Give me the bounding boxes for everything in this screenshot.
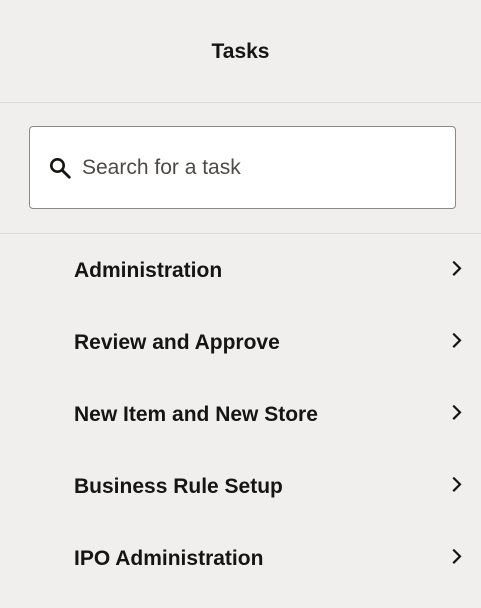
- task-item-label: Review and Approve: [74, 330, 280, 354]
- task-item-label: IPO Administration: [74, 546, 264, 570]
- chevron-right-icon: [452, 260, 462, 276]
- chevron-right-icon: [452, 476, 462, 492]
- task-item-review-and-approve[interactable]: Review and Approve: [0, 306, 481, 378]
- task-search-input[interactable]: [82, 146, 455, 189]
- chevron-right-icon: [452, 404, 462, 420]
- tasks-panel: Tasks Administration Review and Approve …: [0, 0, 481, 608]
- task-item-label: New Item and New Store: [74, 402, 318, 426]
- task-item-label: Business Rule Setup: [74, 474, 283, 498]
- tasks-header: Tasks: [0, 0, 481, 103]
- chevron-right-icon: [452, 332, 462, 348]
- panel-title: Tasks: [211, 39, 270, 63]
- search-icon: [50, 157, 71, 179]
- task-list: Administration Review and Approve New It…: [0, 234, 481, 594]
- task-item-label: Administration: [74, 258, 223, 282]
- chevron-right-icon: [452, 548, 462, 564]
- task-search-box[interactable]: [29, 126, 456, 209]
- task-item-business-rule-setup[interactable]: Business Rule Setup: [0, 450, 481, 522]
- task-item-new-item-and-new-store[interactable]: New Item and New Store: [0, 378, 481, 450]
- task-item-ipo-administration[interactable]: IPO Administration: [0, 522, 481, 594]
- task-item-administration[interactable]: Administration: [0, 234, 481, 306]
